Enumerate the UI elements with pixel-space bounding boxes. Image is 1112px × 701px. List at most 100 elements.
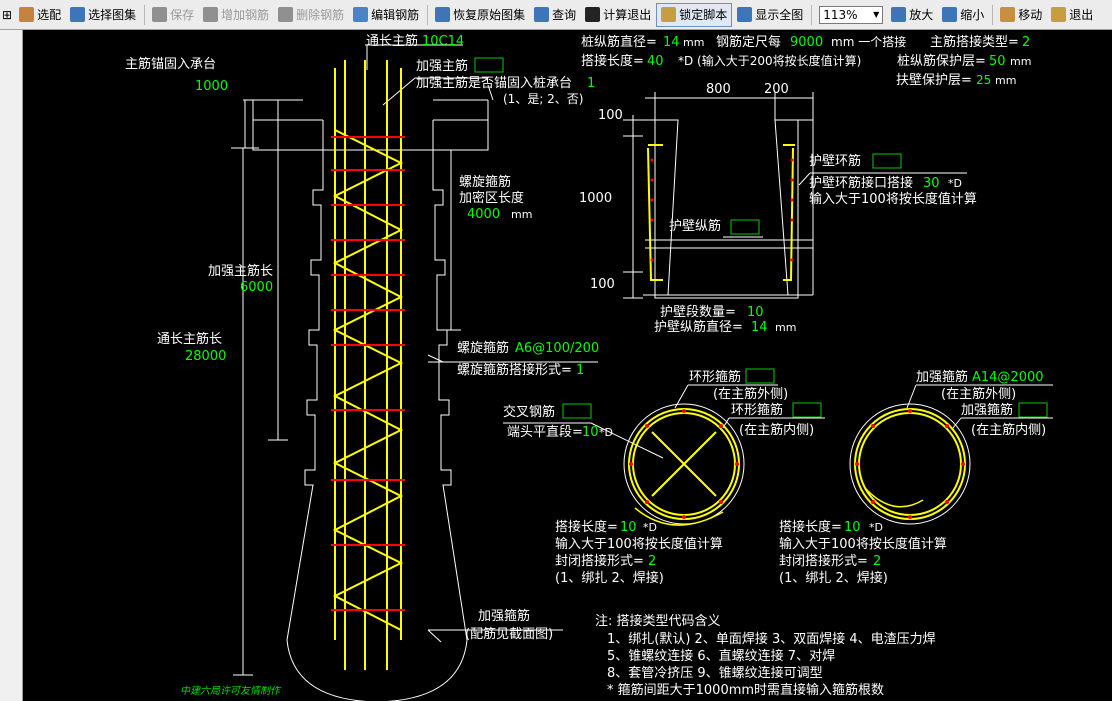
wall-cover-label: 扶壁保护层=	[896, 73, 972, 88]
cross-bar-label: 交叉钢筋	[503, 404, 555, 420]
wall-dim-left-bot: 100	[590, 277, 615, 292]
through-len-value[interactable]: 28000	[185, 349, 226, 364]
right-close-value[interactable]: 2	[873, 554, 881, 569]
toolbar-button-delete-rebar[interactable]: 删除钢筋	[274, 3, 348, 27]
notes-line-2: 5、锥螺纹连接 6、直螺纹连接 7、对焊	[607, 648, 835, 664]
delete-rebar-icon	[278, 7, 294, 22]
left-ring-input-box[interactable]	[745, 368, 775, 384]
toolbar-button-add-rebar[interactable]: 增加钢筋	[199, 3, 273, 27]
toolbar-button-label: 编辑钢筋	[371, 8, 420, 22]
toolbar-button-label: 恢复原始图集	[453, 8, 526, 22]
right-inside: (在主筋内侧)	[971, 422, 1046, 438]
left-close-value[interactable]: 2	[648, 554, 656, 569]
wall-ring-input-box[interactable]	[872, 153, 902, 169]
toolbar-button-label: 退出	[1069, 8, 1094, 22]
lap-type-value[interactable]: 2	[1022, 35, 1030, 50]
right-stirrup-value[interactable]: A14@2000	[972, 370, 1044, 385]
toolbar-button-select[interactable]: 选配	[15, 3, 65, 27]
right-lap-unit: *D	[869, 521, 883, 534]
toolbar-button-zoom-fit[interactable]: 显示全图	[733, 3, 807, 27]
reinf-anchor-options: (1、是; 2、否)	[503, 92, 584, 106]
toolbar-button-zoom-in[interactable]: 放大	[887, 3, 937, 27]
cross-bar-input-box[interactable]	[562, 403, 592, 419]
toolbar-grip-icon: ⊞	[2, 7, 13, 22]
right-section-circle	[849, 403, 971, 525]
toolbar-separator	[144, 4, 146, 25]
end-straight-label: 端头平直段=	[507, 425, 583, 440]
spiral-lap-value[interactable]: 1	[576, 363, 584, 378]
left-lap-unit: *D	[643, 521, 657, 534]
query-icon	[534, 7, 550, 22]
toolbar-button-fx[interactable]: 计算退出	[581, 3, 655, 27]
pile-long-dia-value[interactable]: 14	[663, 35, 680, 50]
save-icon	[152, 7, 168, 22]
notes-title: 注: 搭接类型代码含义	[595, 613, 721, 629]
wall-ring-label: 护壁环筋	[809, 153, 861, 169]
cover-value[interactable]: 50	[989, 54, 1006, 69]
toolbar-button-label: 保存	[170, 8, 195, 22]
atlas-icon	[70, 7, 86, 22]
toolbar-button-exit[interactable]: 退出	[1047, 3, 1097, 27]
anchor-value[interactable]: 1000	[195, 79, 228, 94]
end-straight-value[interactable]: 10	[582, 425, 599, 440]
spiral-bar-value[interactable]: A6@100/200	[515, 341, 599, 356]
toolbar-button-label: 放大	[909, 8, 934, 22]
wall-ring-lap-value[interactable]: 30	[923, 176, 940, 191]
zoom-value: 113%	[823, 7, 858, 22]
wall-long-dia-value[interactable]: 14	[751, 320, 768, 335]
toolbar-button-atlas[interactable]: 选择图集	[66, 3, 140, 27]
toolbar-button-lock[interactable]: 锁定脚本	[656, 2, 733, 27]
spiral-label-2: 加密区长度	[459, 190, 524, 206]
edit-rebar-icon	[353, 7, 369, 22]
toolbar-button-label: 锁定脚本	[679, 8, 728, 22]
wall-dim-top-b: 200	[764, 82, 789, 97]
end-straight-unit: *D	[599, 426, 613, 439]
right-lap-value[interactable]: 10	[844, 520, 861, 535]
zoom-out-icon	[942, 7, 958, 22]
zoom-select[interactable]: 113% ▼	[819, 5, 884, 24]
left-close-options: (1、绑扎 2、焊接)	[555, 570, 664, 586]
toolbar-separator	[992, 4, 994, 25]
toolbar-button-label: 删除钢筋	[296, 8, 345, 22]
bar-length-value[interactable]: 9000	[790, 35, 823, 50]
through-bar-value[interactable]: 10C14	[422, 34, 464, 49]
wall-long-dia-label: 护壁纵筋直径=	[654, 319, 743, 335]
left-panel-edge	[0, 30, 23, 701]
toolbar-button-query[interactable]: 查询	[530, 3, 580, 27]
left-close-label: 封闭搭接形式=	[555, 553, 644, 569]
toolbar-button-label: 选配	[37, 8, 62, 22]
left-lap-value[interactable]: 10	[620, 520, 637, 535]
reinf-len-value[interactable]: 6000	[240, 280, 273, 295]
drawing-canvas[interactable]: 主筋锚固入承台 1000 通长主筋 10C14 加强主筋 加强主筋是否锚固入桩承…	[23, 30, 1112, 701]
toolbar-button-label: 移动	[1018, 8, 1043, 22]
toolbar-button-hand[interactable]: 移动	[996, 3, 1046, 27]
reinf-stirrup-label: 加强箍筋	[478, 608, 530, 624]
lap-length-value[interactable]: 40	[647, 54, 664, 69]
reinf-anchor-value[interactable]: 1	[587, 76, 595, 91]
chevron-down-icon: ▼	[873, 10, 880, 19]
toolbar-button-save[interactable]: 保存	[148, 3, 198, 27]
toolbar-button-label: 计算退出	[603, 8, 652, 22]
right-stirrup-label-2: 加强箍筋	[961, 402, 1013, 418]
bar-length-unit: mm 一个搭接	[831, 34, 906, 49]
right-stirrup-input-box[interactable]	[1018, 402, 1048, 418]
zoom-fit-icon	[737, 7, 753, 22]
toolbar-button-label: 增加钢筋	[221, 8, 270, 22]
wall-long-bar-label: 护壁纵筋	[669, 218, 721, 234]
reinf-bar-label: 加强主筋	[416, 58, 468, 74]
wall-cover-value[interactable]: 25	[976, 73, 991, 87]
reinf-bar-input-box[interactable]	[474, 57, 504, 73]
wall-segments-value[interactable]: 10	[747, 305, 764, 320]
toolbar-button-restore[interactable]: 恢复原始图集	[431, 3, 529, 27]
lock-icon	[661, 7, 677, 22]
toolbar-button-edit-rebar[interactable]: 编辑钢筋	[349, 3, 423, 27]
spiral-dense-value[interactable]: 4000	[467, 207, 500, 222]
cover-label: 桩纵筋保护层=	[897, 53, 986, 69]
left-ring-2-input-box[interactable]	[792, 402, 822, 418]
wall-long-bar-input-box[interactable]	[730, 219, 760, 235]
select-icon	[19, 7, 35, 22]
toolbar-button-zoom-out[interactable]: 缩小	[938, 3, 988, 27]
toolbar-button-label: 查询	[552, 8, 577, 22]
notes-line-4: * 箍筋间距大于1000mm时需直接输入箍筋根数	[607, 682, 884, 698]
exit-icon	[1051, 7, 1067, 22]
